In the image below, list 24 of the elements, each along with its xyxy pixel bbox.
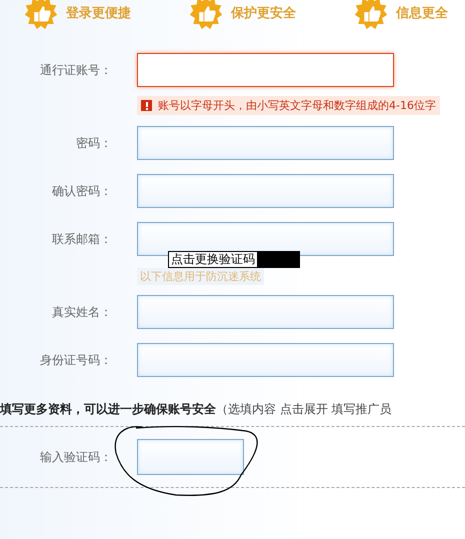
field-label: 密码： <box>75 134 112 152</box>
captcha-field[interactable] <box>137 439 244 475</box>
field-label: 联系邮箱： <box>51 230 112 248</box>
input-field[interactable] <box>137 295 394 329</box>
thumbs-up-icon <box>354 0 388 30</box>
field-label: 真实姓名： <box>51 304 112 320</box>
input-field[interactable] <box>137 53 394 87</box>
input-field[interactable] <box>137 343 394 377</box>
feature-label: 信息更全 <box>396 5 448 22</box>
redaction-block <box>258 251 300 268</box>
field-label: 输入验证码： <box>39 448 112 466</box>
input-field[interactable] <box>137 174 394 208</box>
feature-label: 登录更便捷 <box>66 5 131 22</box>
field-label: 通行证账号： <box>39 62 112 78</box>
field-label: 确认密码： <box>51 182 112 200</box>
warning-icon <box>141 100 152 111</box>
hint-text: 以下信息用于防沉迷系统 <box>137 268 264 285</box>
thumbs-up-icon <box>24 0 58 30</box>
input-field[interactable] <box>137 126 394 160</box>
field-label: 身份证号码： <box>39 352 112 368</box>
tooltip: 点击更换验证码 <box>168 251 258 268</box>
error-text: 账号以字母开头，由小写英文字母和数字组成的4-16位字 <box>158 98 436 113</box>
thumbs-up-icon <box>189 0 223 30</box>
feature-label: 保护更安全 <box>231 4 296 22</box>
